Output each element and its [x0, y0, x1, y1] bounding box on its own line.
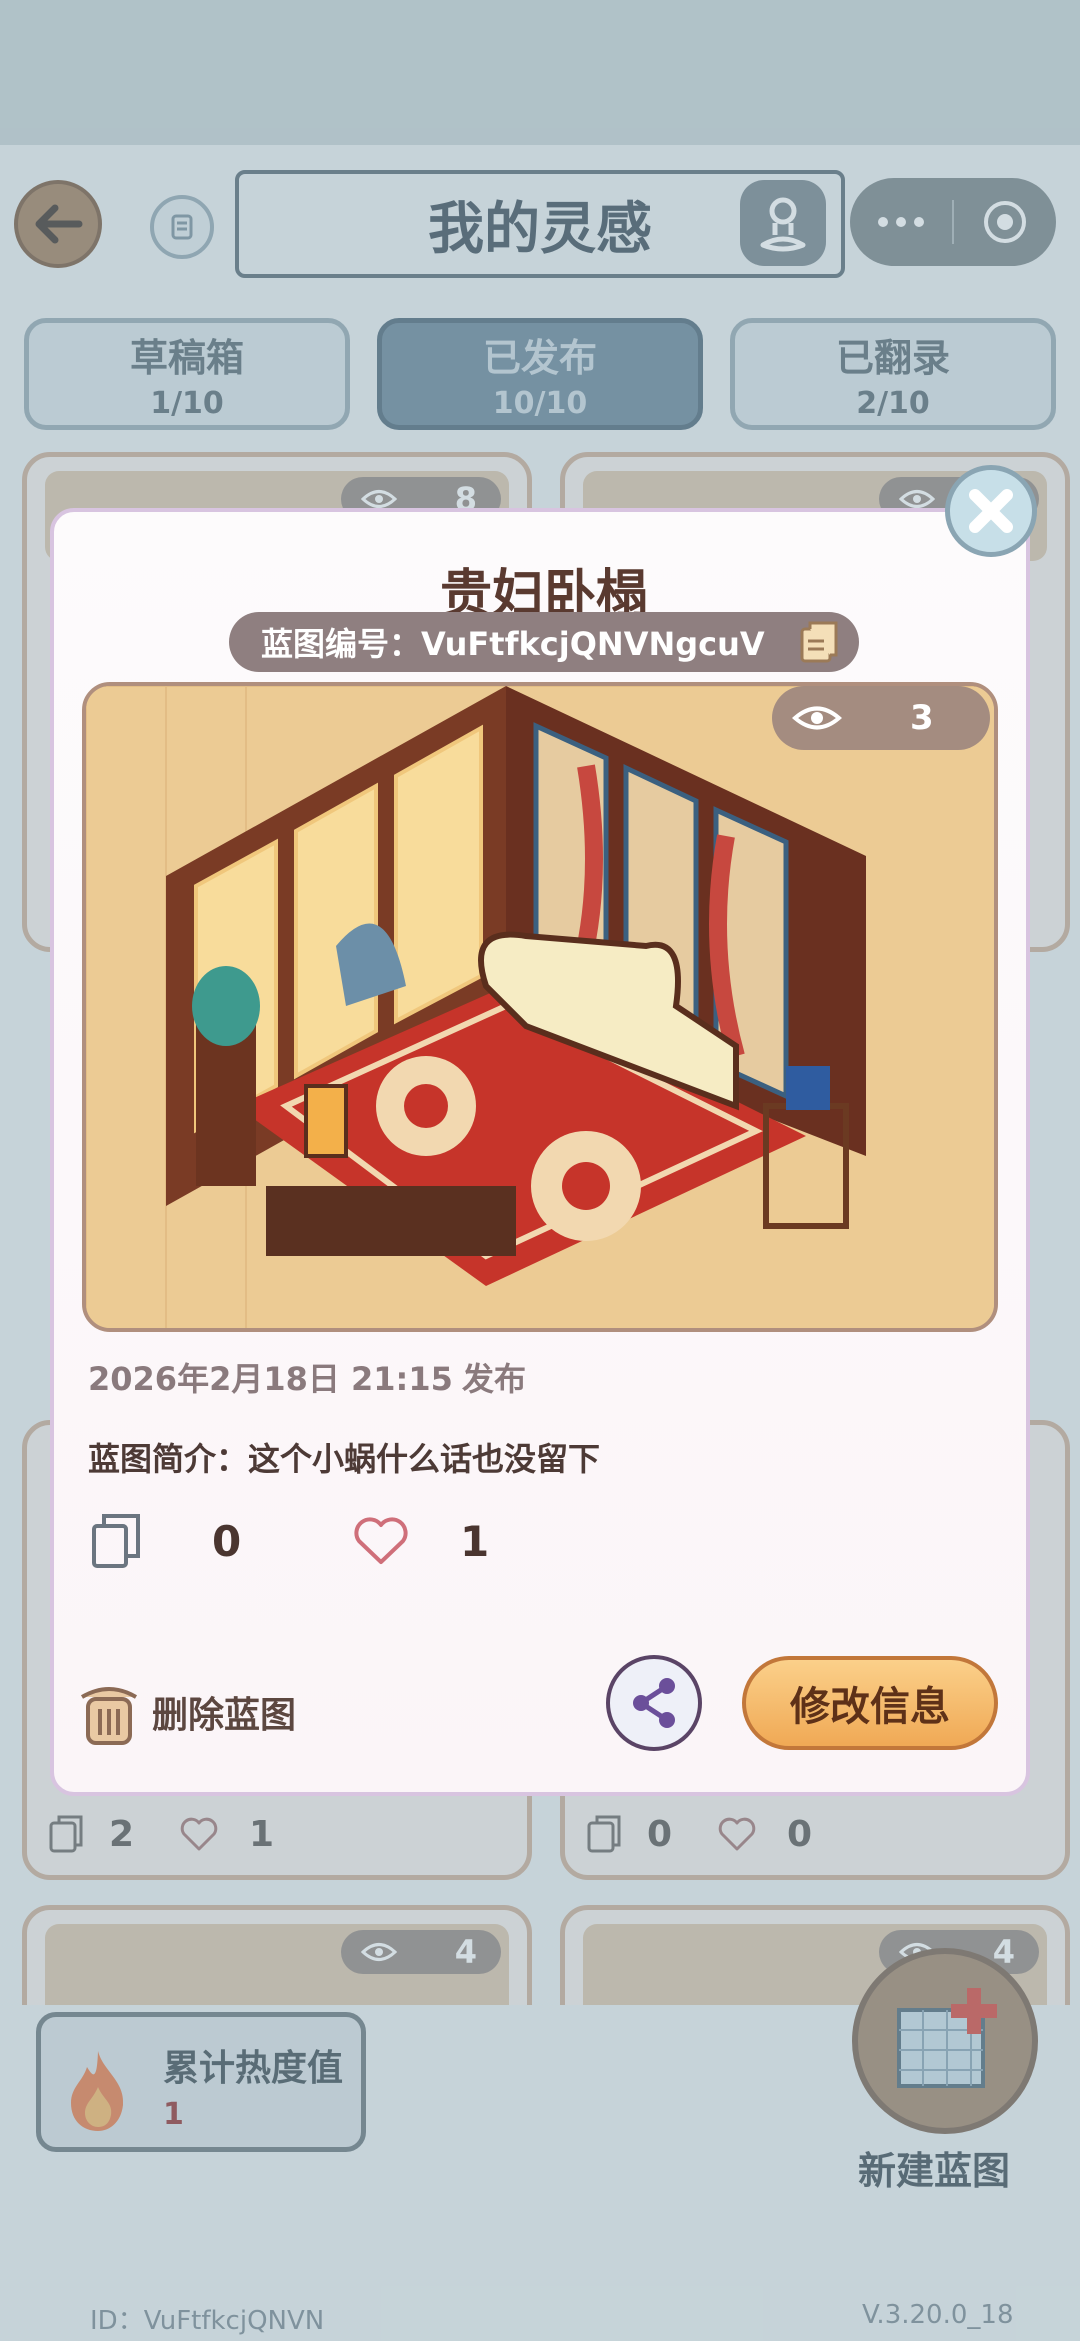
publish-status: 发布	[462, 1360, 527, 1398]
heart-icon[interactable]	[352, 1516, 410, 1566]
delete-label: 删除蓝图	[152, 1695, 297, 1736]
share-button[interactable]	[606, 1655, 702, 1751]
blueprint-code-text: 蓝图编号：VuFtfkcjQNVNgcuV	[261, 625, 765, 663]
modal-likes: 1	[460, 1516, 490, 1566]
edit-info-button[interactable]: 修改信息	[742, 1656, 998, 1750]
trash-icon	[80, 1687, 138, 1745]
close-icon	[969, 489, 1013, 533]
copy-icon	[92, 1514, 140, 1568]
blueprint-code: 蓝图编号：VuFtfkcjQNVNgcuV	[229, 612, 859, 672]
blueprint-preview-image: 3	[82, 682, 998, 1332]
copy-code-button[interactable]	[793, 616, 845, 668]
modal-close-button[interactable]	[945, 465, 1037, 557]
share-icon	[633, 1678, 675, 1728]
publish-date: 2026年2月18日 21:15	[88, 1360, 453, 1398]
eye-icon	[792, 706, 842, 730]
edit-info-label: 修改信息	[790, 1684, 950, 1730]
modal-copies: 0	[212, 1516, 242, 1566]
bedroom-illustration	[86, 686, 994, 1328]
modal-stats: 0 1	[90, 1512, 489, 1570]
preview-views-count: 3	[910, 698, 934, 738]
blueprint-description: 蓝图简介：这个小蜗什么话也没留下	[88, 1440, 601, 1478]
preview-views: 3	[772, 686, 990, 750]
copy-code-icon	[800, 621, 838, 663]
delete-blueprint-button[interactable]: 删除蓝图	[76, 1672, 296, 1752]
blueprint-detail-modal: 贵妇卧榻 蓝图编号：VuFtfkcjQNVNgcuV 3 2026年2月18日 …	[50, 508, 1030, 1796]
